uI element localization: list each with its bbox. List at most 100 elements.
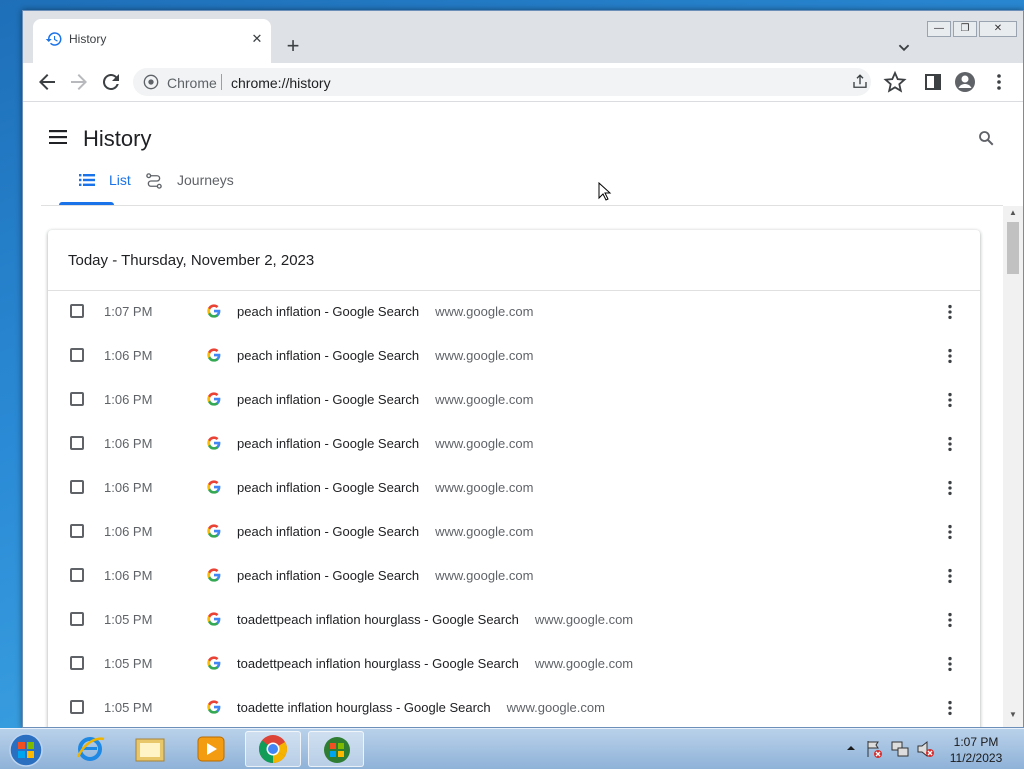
row-checkbox[interactable] [70,568,84,582]
taskbar-internet-explorer[interactable] [62,731,118,767]
tab-journeys[interactable]: Journeys [145,161,255,204]
chrome-site-icon [143,74,159,90]
minimize-button[interactable]: — [927,21,951,37]
page-domain: www.google.com [534,656,634,671]
page-title-link[interactable]: toadettpeach inflation hourglass - Googl… [237,612,519,627]
mouse-cursor-icon [598,182,612,201]
browser-toolbar: Chrome chrome://history [23,63,1023,102]
maximize-button[interactable]: ❐ [953,21,977,37]
forward-arrow-icon[interactable] [67,70,91,94]
taskbar-media-player[interactable] [184,731,240,767]
taskbar-windows-app[interactable] [308,731,364,767]
row-checkbox[interactable] [70,656,84,670]
page-title-link[interactable]: peach inflation - Google Search [237,392,419,407]
history-row[interactable]: 1:06 PM peach inflation - Google Search ww… [48,422,980,466]
more-actions-icon[interactable] [940,434,960,454]
row-checkbox[interactable] [70,700,84,714]
row-checkbox[interactable] [70,392,84,406]
tab-history[interactable]: History ✕ [33,19,271,63]
page-title-link[interactable]: peach inflation - Google Search [237,436,419,451]
row-text: peach inflation - Google Search www.googl… [237,392,533,407]
more-actions-icon[interactable] [940,302,960,322]
history-row[interactable]: 1:06 PM peach inflation - Google Search ww… [48,554,980,598]
clock-time[interactable]: 1:07 PM [948,735,1004,749]
taskbar-chrome[interactable] [245,731,301,767]
history-row[interactable]: 1:05 PM toadettpeach inflation hourglass … [48,598,980,642]
more-actions-icon[interactable] [940,610,960,630]
row-checkbox[interactable] [70,304,84,318]
tab-search-chevron-icon[interactable] [893,37,915,59]
address-bar[interactable]: Chrome chrome://history [133,68,871,96]
page-title-link[interactable]: peach inflation - Google Search [237,348,419,363]
page-domain: www.google.com [506,700,605,715]
scrollbar[interactable]: ▲ ▼ [1003,206,1023,727]
history-row[interactable]: 1:06 PM peach inflation - Google Search ww… [48,510,980,554]
new-tab-button[interactable]: + [281,35,305,59]
visit-time: 1:06 PM [104,568,153,583]
page-title-link[interactable]: peach inflation - Google Search [237,524,419,539]
start-button-icon[interactable] [6,731,46,769]
journeys-icon [146,173,162,189]
google-favicon-icon [207,304,221,318]
more-actions-icon[interactable] [940,698,960,718]
reload-icon[interactable] [99,70,123,94]
history-content: Today - Thursday, November 2, 2023 1:07 … [23,206,1023,727]
close-window-button[interactable]: ✕ [979,21,1017,37]
search-icon[interactable] [977,129,995,147]
page-title-link[interactable]: toadette inflation hourglass - Google Se… [237,700,491,715]
taskbar-windows-explorer[interactable] [122,731,178,767]
network-icon[interactable] [890,739,910,759]
date-title: Today - Thursday, November 2, 2023 [68,252,315,269]
page-title-link[interactable]: toadettpeach inflation hourglass - Googl… [237,656,519,671]
tab-list[interactable]: List [59,161,131,204]
action-center-flag-icon[interactable] [864,739,884,759]
clock-date[interactable]: 11/2/2023 [948,751,1004,765]
row-checkbox[interactable] [70,480,84,494]
volume-muted-icon[interactable] [916,739,936,759]
url-text[interactable]: chrome://history [231,75,331,91]
chrome-icon [259,735,287,763]
list-icon [79,174,95,186]
google-favicon-icon [207,524,221,538]
system-tray [864,739,938,759]
scroll-up-arrow-icon[interactable]: ▲ [1009,208,1017,217]
page-domain: www.google.com [435,348,534,363]
profile-avatar-icon[interactable] [953,70,977,94]
scrollbar-thumb[interactable] [1007,222,1019,274]
more-actions-icon[interactable] [940,654,960,674]
tab-close-icon[interactable]: ✕ [247,29,267,49]
kebab-menu-icon[interactable] [987,70,1011,94]
share-icon[interactable] [851,73,869,91]
more-actions-icon[interactable] [940,522,960,542]
history-row[interactable]: 1:07 PM peach inflation - Google Search ww… [48,290,980,334]
history-row[interactable]: 1:06 PM peach inflation - Google Search ww… [48,334,980,378]
history-row[interactable]: 1:06 PM peach inflation - Google Search ww… [48,466,980,510]
side-panel-icon[interactable] [921,70,945,94]
omnibox-divider [221,74,222,90]
page-title-link[interactable]: peach inflation - Google Search [237,304,419,319]
media-player-icon [197,736,225,762]
scroll-down-arrow-icon[interactable]: ▼ [1009,710,1017,719]
page-title-link[interactable]: peach inflation - Google Search [237,480,419,495]
history-row[interactable]: 1:05 PM toadettpeach inflation hourglass … [48,642,980,686]
hamburger-menu-icon[interactable] [49,130,67,144]
google-favicon-icon [207,568,221,582]
tab-title: History [69,32,107,46]
visit-time: 1:06 PM [104,436,153,451]
page-title-link[interactable]: peach inflation - Google Search [237,568,419,583]
back-arrow-icon[interactable] [35,70,59,94]
bookmark-star-icon[interactable] [883,70,907,94]
more-actions-icon[interactable] [940,390,960,410]
more-actions-icon[interactable] [940,478,960,498]
row-checkbox[interactable] [70,524,84,538]
more-actions-icon[interactable] [940,566,960,586]
show-hidden-icons-icon[interactable] [846,743,856,753]
taskbar: 1:07 PM 11/2/2023 [0,728,1024,769]
row-checkbox[interactable] [70,612,84,626]
row-checkbox[interactable] [70,436,84,450]
windows-logo-icon [324,737,350,763]
history-row[interactable]: 1:06 PM peach inflation - Google Search ww… [48,378,980,422]
row-checkbox[interactable] [70,348,84,362]
more-actions-icon[interactable] [940,346,960,366]
history-row[interactable]: 1:05 PM toadette inflation hourglass - Go… [48,686,980,727]
